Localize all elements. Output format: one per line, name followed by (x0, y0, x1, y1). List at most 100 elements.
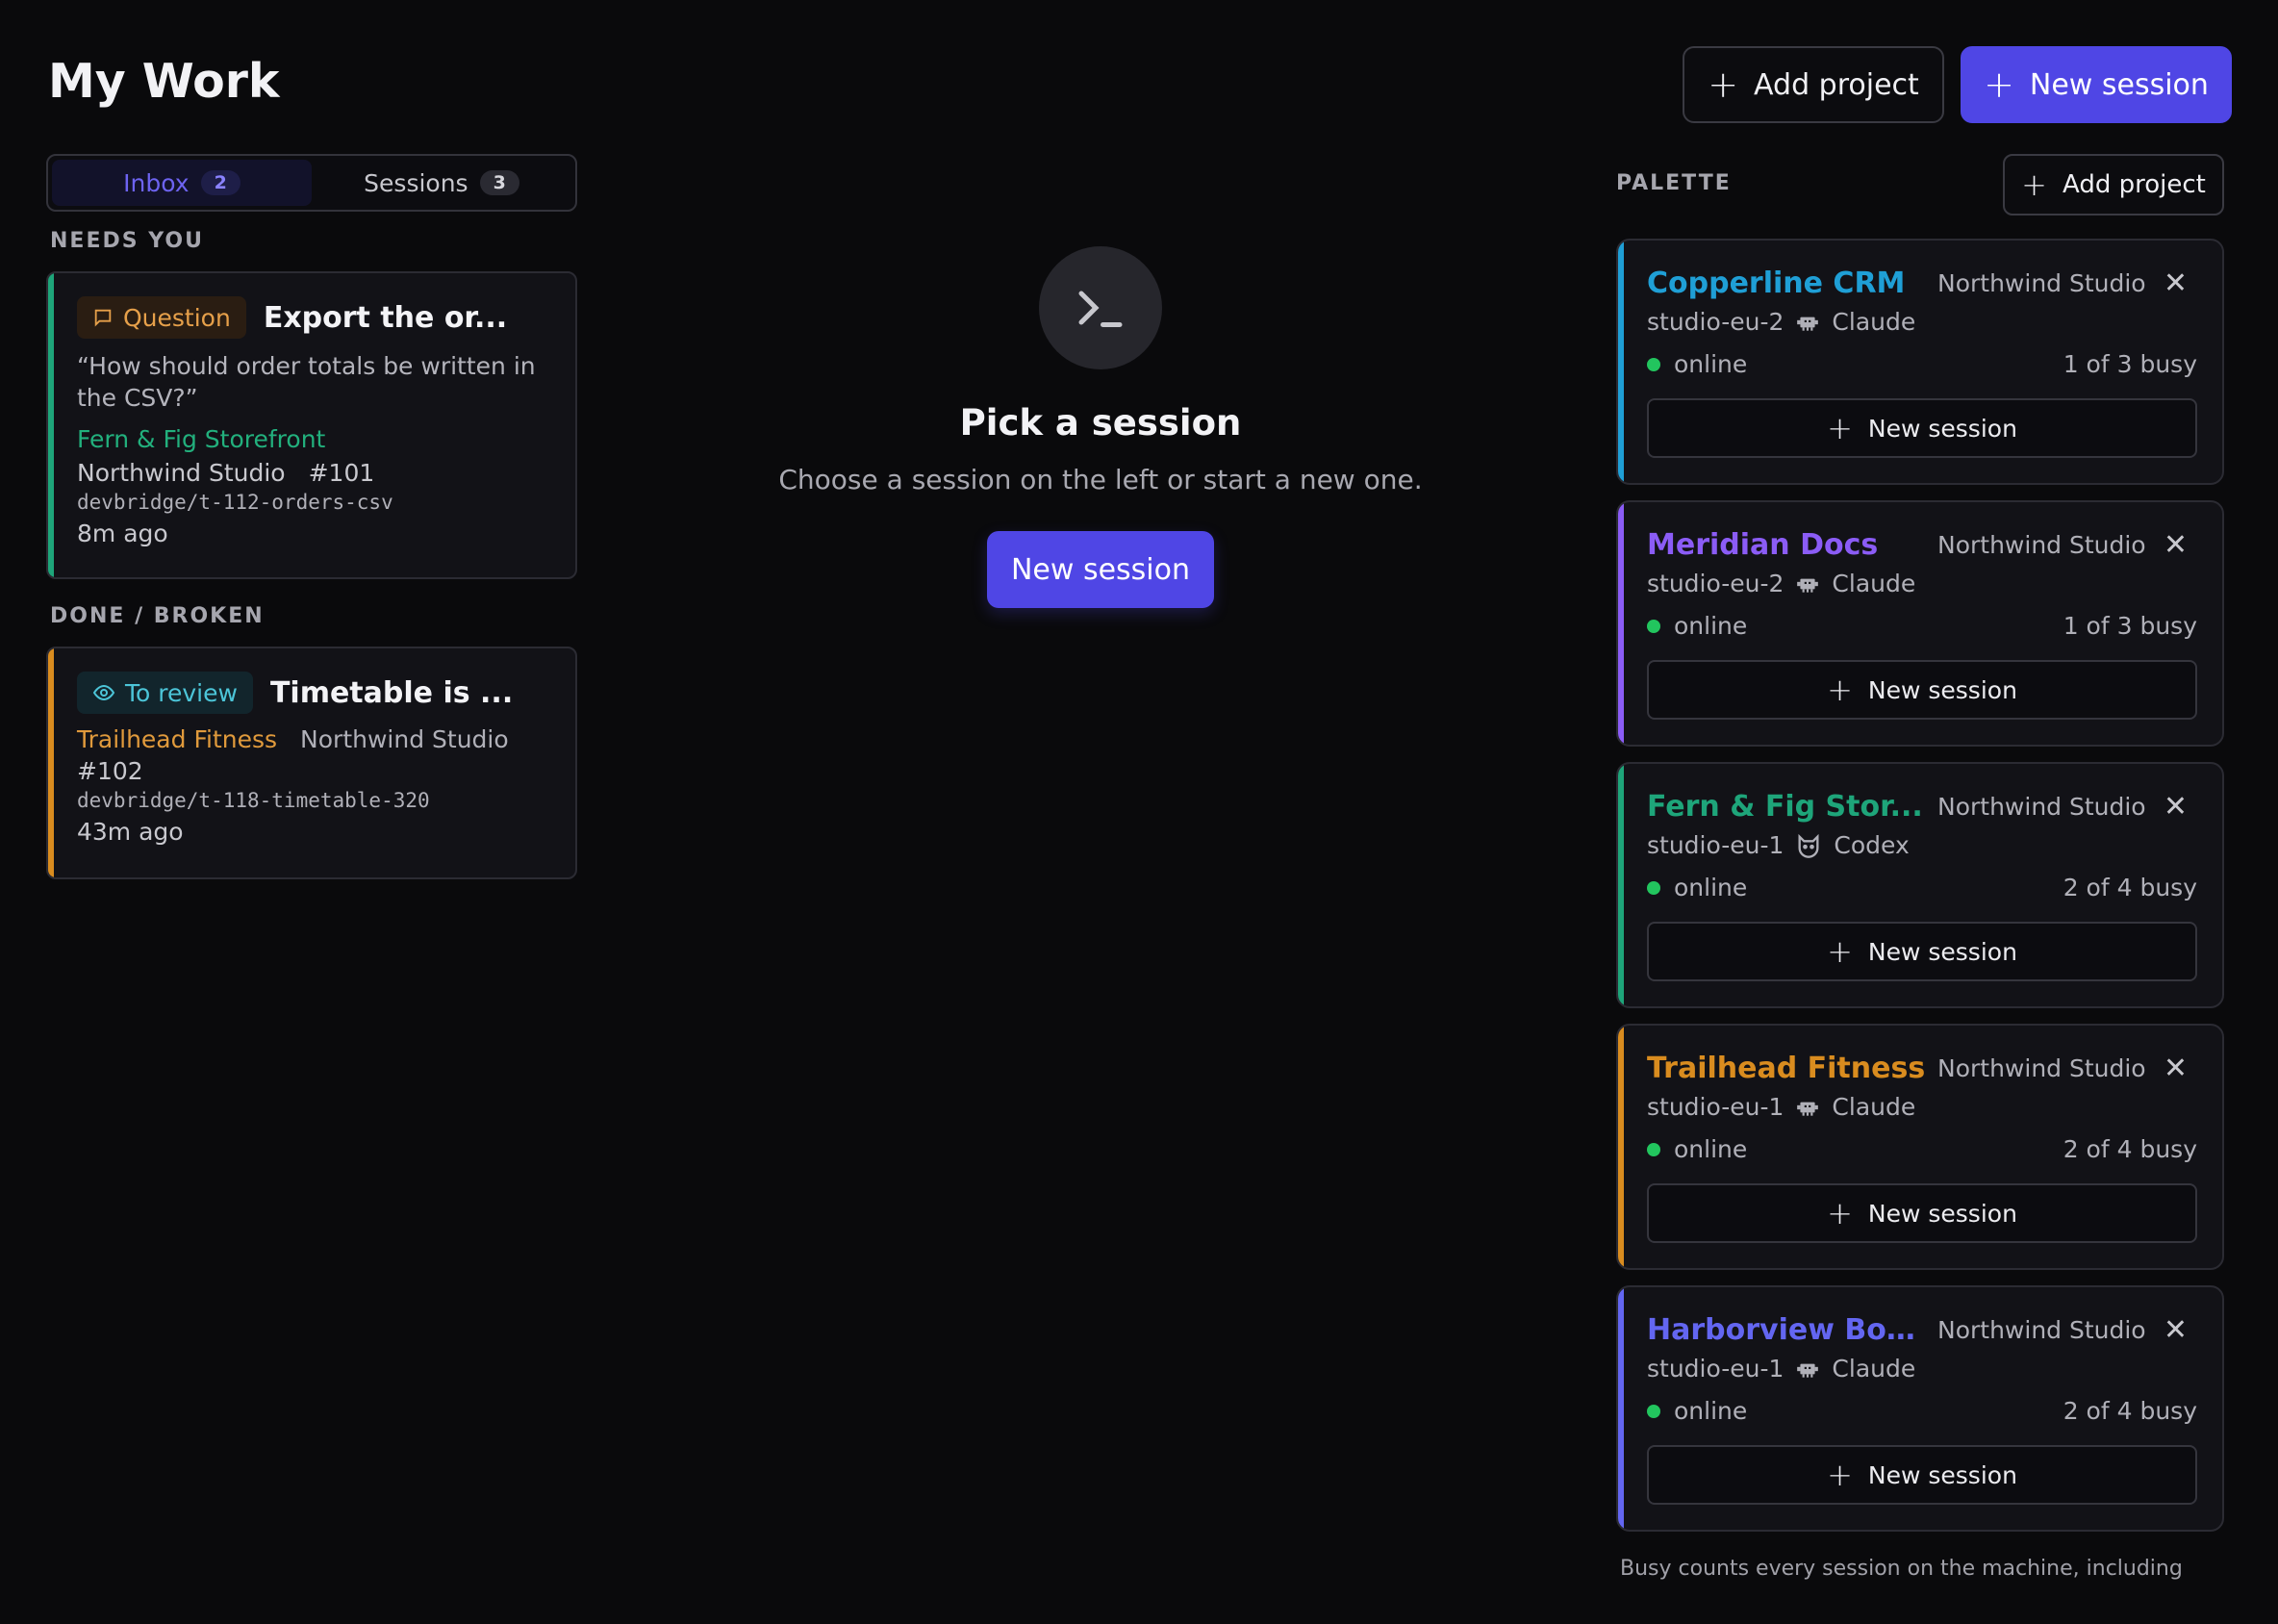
empty-state-title: Pick a session (959, 402, 1242, 444)
inbox-item-branch: devbridge/t-112-orders-csv (77, 491, 393, 514)
project-card[interactable]: Copperline CRM Northwind Studio ✕ studio… (1616, 239, 2224, 485)
add-project-button[interactable]: + Add project (1683, 46, 1944, 123)
project-card[interactable]: Trailhead Fitness Northwind Studio ✕ stu… (1616, 1024, 2224, 1270)
inbox-item-time: 8m ago (77, 520, 168, 547)
project-agent: Codex (1834, 831, 1910, 859)
online-status-dot (1647, 1142, 1660, 1156)
view-tabs: Inbox 2 Sessions 3 (46, 154, 577, 212)
project-busy-count: 2 of 4 busy (2063, 1135, 2197, 1163)
project-org: Northwind Studio (1937, 1315, 2146, 1344)
project-status: online (1674, 1397, 1748, 1425)
terminal-icon-circle (1039, 246, 1162, 369)
project-new-session-button[interactable]: + New session (1647, 660, 2197, 720)
inbox-item-branch: devbridge/t-118-timetable-320 (77, 789, 430, 812)
close-icon[interactable]: ✕ (2164, 528, 2188, 562)
project-busy-count: 1 of 3 busy (2063, 350, 2197, 378)
project-name[interactable]: Fern & Fig Stor... (1647, 790, 1926, 824)
project-org: Northwind Studio (1937, 530, 2146, 559)
robot-icon (1795, 310, 1820, 335)
project-new-session-button[interactable]: + New session (1647, 1183, 2197, 1243)
project-org: Northwind Studio (1937, 1053, 2146, 1082)
project-card[interactable]: Harborview Boo... Northwind Studio ✕ stu… (1616, 1285, 2224, 1532)
project-agent: Claude (1832, 1093, 1916, 1121)
inbox-item-org: Northwind Studio (77, 459, 286, 487)
tab-inbox[interactable]: Inbox 2 (52, 160, 312, 206)
inbox-item-number: #101 (308, 459, 375, 487)
empty-state-new-session-button[interactable]: New session (987, 531, 1214, 608)
page-title: My Work (48, 54, 280, 109)
project-status: online (1674, 874, 1748, 901)
project-new-session-button[interactable]: + New session (1647, 922, 2197, 981)
plus-icon: + (1708, 63, 1739, 106)
online-status-dot (1647, 1404, 1660, 1418)
message-square-icon (94, 309, 112, 327)
close-icon[interactable]: ✕ (2164, 1313, 2188, 1347)
project-machine: studio-eu-1 (1647, 1093, 1784, 1121)
robot-icon (1795, 1357, 1820, 1382)
close-icon[interactable]: ✕ (2164, 790, 2188, 824)
project-busy-count: 2 of 4 busy (2063, 1397, 2197, 1425)
robot-icon (1795, 1095, 1820, 1120)
inbox-item-org: Northwind Studio (300, 725, 509, 753)
plus-icon: + (1984, 63, 2014, 106)
project-name[interactable]: Copperline CRM (1647, 266, 1926, 300)
online-status-dot (1647, 357, 1660, 371)
inbox-item-title: Timetable is ... (269, 675, 514, 710)
project-status: online (1674, 350, 1748, 378)
inbox-item-quote: “How should order totals be written in t… (77, 352, 536, 412)
new-session-button[interactable]: + New session (1961, 46, 2232, 123)
robot-icon (1795, 571, 1820, 596)
project-machine: studio-eu-2 (1647, 570, 1784, 597)
plus-icon: + (1827, 1457, 1853, 1493)
online-status-dot (1647, 619, 1660, 633)
project-org: Northwind Studio (1937, 792, 2146, 821)
close-icon[interactable]: ✕ (2164, 266, 2188, 300)
project-busy-count: 1 of 3 busy (2063, 612, 2197, 640)
project-status: online (1674, 1135, 1748, 1163)
project-agent: Claude (1832, 308, 1916, 336)
project-agent: Claude (1832, 1355, 1916, 1383)
project-new-session-button[interactable]: + New session (1647, 398, 2197, 458)
inbox-item-project: Fern & Fig Storefront (77, 425, 326, 453)
palette-footnote: Busy counts every session on the machine… (1620, 1557, 2183, 1580)
inbox-item-project: Trailhead Fitness (77, 725, 278, 753)
tab-count-badge: 2 (200, 170, 240, 195)
inbox-item-time: 43m ago (77, 818, 184, 846)
project-machine: studio-eu-1 (1647, 1355, 1784, 1383)
project-new-session-button[interactable]: + New session (1647, 1445, 2197, 1505)
plus-icon: + (2021, 166, 2047, 203)
palette-add-project-button[interactable]: + Add project (2003, 154, 2224, 216)
header-actions: + Add project + New session (1683, 46, 2232, 123)
inbox-item[interactable]: To review Timetable is ... Trailhead Fit… (46, 647, 577, 879)
terminal-icon (1078, 291, 1123, 327)
plus-icon: + (1827, 933, 1853, 970)
project-card[interactable]: Meridian Docs Northwind Studio ✕ studio-… (1616, 500, 2224, 747)
close-icon[interactable]: ✕ (2164, 1052, 2188, 1085)
section-needs-you: NEEDS YOU (50, 229, 204, 253)
plus-icon: + (1827, 1195, 1853, 1231)
project-org: Northwind Studio (1937, 268, 2146, 297)
online-status-dot (1647, 880, 1660, 895)
eye-icon (92, 684, 115, 701)
project-name[interactable]: Harborview Boo... (1647, 1313, 1926, 1347)
inbox-item-title: Export the or... (263, 300, 508, 335)
project-status: online (1674, 612, 1748, 640)
inbox-item-number: #102 (77, 757, 143, 785)
tab-sessions[interactable]: Sessions 3 (312, 160, 571, 206)
question-badge: Question (77, 296, 246, 339)
project-agent: Claude (1832, 570, 1916, 597)
project-card[interactable]: Fern & Fig Stor... Northwind Studio ✕ st… (1616, 762, 2224, 1008)
plus-icon: + (1827, 410, 1853, 446)
palette-label: PALETTE (1616, 171, 1732, 195)
project-machine: studio-eu-1 (1647, 831, 1784, 859)
project-name[interactable]: Meridian Docs (1647, 528, 1926, 562)
tab-count-badge: 3 (479, 170, 519, 195)
empty-state-subtitle: Choose a session on the left or start a … (778, 464, 1423, 495)
inbox-item[interactable]: Question Export the or... “How should or… (46, 271, 577, 579)
project-name[interactable]: Trailhead Fitness (1647, 1052, 1926, 1085)
project-machine: studio-eu-2 (1647, 308, 1784, 336)
project-busy-count: 2 of 4 busy (2063, 874, 2197, 901)
section-done-broken: DONE / BROKEN (50, 604, 265, 628)
review-badge: To review (77, 672, 253, 714)
plus-icon: + (1827, 672, 1853, 708)
